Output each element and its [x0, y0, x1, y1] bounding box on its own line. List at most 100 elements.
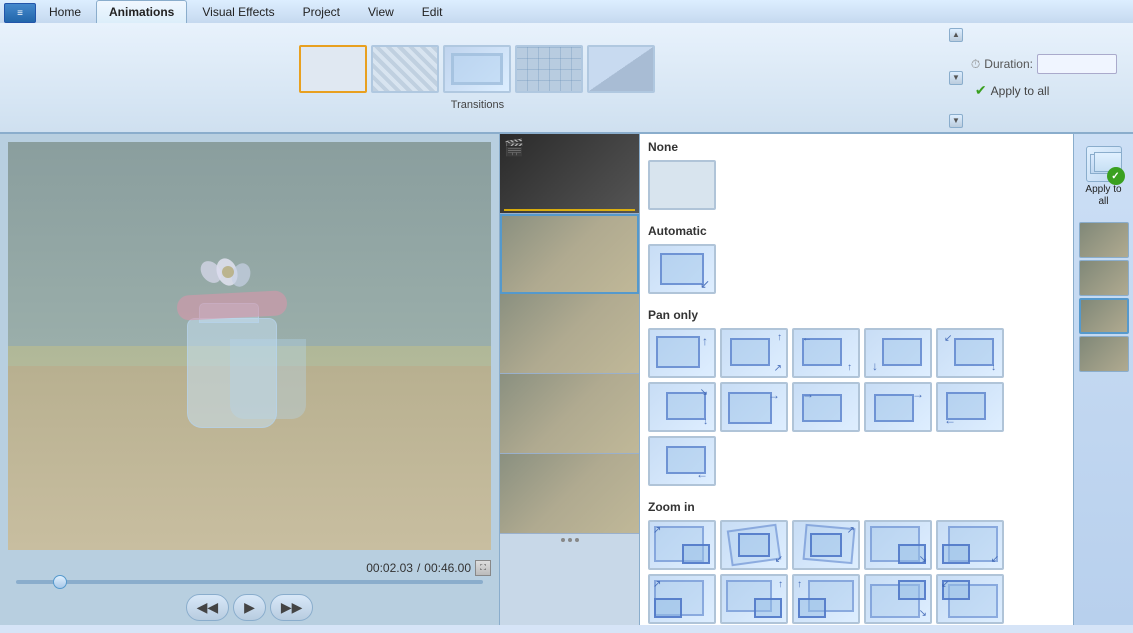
app-icon[interactable]: ≡: [4, 3, 36, 23]
right-thumb-4[interactable]: [1079, 336, 1129, 372]
time-display: 00:02.03 / 00:46.00 ⛶: [0, 558, 499, 578]
zoomin-thumb-3[interactable]: ↗: [792, 520, 860, 570]
fast-forward-button[interactable]: ▶▶: [270, 594, 314, 621]
scroll-up-btn[interactable]: ▲: [949, 28, 963, 42]
tab-project[interactable]: Project: [290, 0, 353, 23]
pan-dec-10: ←: [938, 384, 1002, 430]
zoomin-thumb-9[interactable]: ↘: [864, 574, 932, 624]
right-thumb-1[interactable]: [1079, 222, 1129, 258]
main-area: 00:02.03 / 00:46.00 ⛶ ◀◀ ▶ ▶▶ 🎬: [0, 134, 1133, 625]
panzoom-auto-thumb[interactable]: ↙: [648, 244, 716, 294]
transition-blank[interactable]: [299, 45, 367, 93]
apply-to-all-large-button[interactable]: ✓ Apply to all: [1078, 142, 1129, 212]
panzoom-scroll-container[interactable]: None Automatic ↙: [640, 134, 1073, 625]
tab-view[interactable]: View: [355, 0, 407, 23]
filmstrip-dots: [500, 534, 639, 546]
pan-thumb-3[interactable]: ← ↑: [792, 328, 860, 378]
zoomin-thumb-5[interactable]: ↙: [936, 520, 1004, 570]
duration-label: Duration:: [984, 57, 1033, 71]
apply-icon: ✓: [1086, 146, 1122, 182]
apply-all-icon: ✔: [975, 82, 987, 99]
pan-thumb-5[interactable]: ↓ ↙: [936, 328, 1004, 378]
filmstrip-item-2[interactable]: [500, 214, 639, 294]
panzoom-auto-grid: ↙: [648, 244, 1065, 294]
filmstrip-item-3[interactable]: [500, 294, 639, 374]
panzoom-pan-title: Pan only: [648, 308, 1065, 322]
ribbon: ≡ Home Animations Visual Effects Project…: [0, 0, 1133, 134]
panzoom-zoomin-section: Zoom in ↗ ↙: [640, 494, 1073, 625]
panzoom-none-thumb[interactable]: [648, 160, 716, 210]
video-frame: [8, 142, 491, 550]
pan-thumb-6[interactable]: ↓ ↘: [648, 382, 716, 432]
zoomin-thumb-7[interactable]: ↑: [720, 574, 788, 624]
pan-thumb-8[interactable]: →: [792, 382, 860, 432]
scroll-down-btn[interactable]: ▼: [949, 114, 963, 128]
pan-dec-3: ← ↑: [794, 330, 858, 376]
transition-wipe[interactable]: [587, 45, 655, 93]
playback-controls: ◀◀ ▶ ▶▶: [0, 590, 499, 625]
zoomin-dec-5: ↙: [938, 522, 1002, 568]
zoomin-thumb-2[interactable]: ↙: [720, 520, 788, 570]
transitions-row: [299, 45, 655, 93]
zoomin-dec-1: ↗: [650, 522, 714, 568]
transition-diagonal[interactable]: [371, 45, 439, 93]
pan-thumb-11[interactable]: ←: [648, 436, 716, 486]
panzoom-zoomin-grid: ↗ ↙ ↗: [648, 520, 1065, 624]
tab-visual-effects[interactable]: Visual Effects: [189, 0, 287, 23]
apply-to-all-button[interactable]: ✔ Apply to all: [971, 80, 1117, 101]
panzoom-pan-section: Pan only ↑ ↑ ↗: [640, 302, 1073, 494]
duration-input[interactable]: [1037, 54, 1117, 74]
zoomin-dec-7: ↑: [722, 576, 786, 622]
rewind-button[interactable]: ◀◀: [186, 594, 230, 621]
tab-animations[interactable]: Animations: [96, 0, 187, 23]
transitions-label: Transitions: [451, 99, 504, 111]
pan-thumb-7[interactable]: →: [720, 382, 788, 432]
pan-dec-6: ↓ ↘: [650, 384, 714, 430]
pan-dec-11: ←: [650, 438, 714, 484]
tab-edit[interactable]: Edit: [409, 0, 456, 23]
pan-thumb-4[interactable]: ↓: [864, 328, 932, 378]
ribbon-content: Transitions ▲ ▼ ▼ ⏱ Duration: ✔ Apply to…: [0, 23, 1133, 133]
pan-thumb-1[interactable]: ↑: [648, 328, 716, 378]
zoomin-thumb-6[interactable]: ↗: [648, 574, 716, 624]
panzoom-pan-grid: ↑ ↑ ↗ ← ↑: [648, 328, 1065, 486]
zoomin-dec-9: ↘: [866, 576, 930, 622]
pan-dec-2: ↑ ↗: [722, 330, 786, 376]
pan-thumb-9[interactable]: →: [864, 382, 932, 432]
filmstrip-item-1[interactable]: 🎬: [500, 134, 639, 214]
zoomin-dec-6: ↗: [650, 576, 714, 622]
scroll-mid-btn[interactable]: ▼: [949, 71, 963, 85]
filmstrip-icon-1: 🎬: [504, 138, 524, 158]
zoomin-thumb-4[interactable]: ↘: [864, 520, 932, 570]
apply-label: Apply to all: [1082, 184, 1125, 208]
zoomin-dec-4: ↘: [866, 522, 930, 568]
zoomin-dec-10: ↙: [938, 576, 1002, 622]
zoomin-thumb-10[interactable]: ↙: [936, 574, 1004, 624]
auto-decoration: ↙: [650, 246, 714, 292]
ribbon-tab-bar: ≡ Home Animations Visual Effects Project…: [0, 0, 1133, 23]
zoomin-thumb-8[interactable]: ↑: [792, 574, 860, 624]
dot-3: [575, 538, 579, 542]
time-total: 00:46.00: [424, 561, 471, 575]
play-button[interactable]: ▶: [233, 594, 266, 621]
time-current: 00:02.03: [366, 561, 413, 575]
transition-tiles[interactable]: [515, 45, 583, 93]
pan-dec-5: ↓ ↙: [938, 330, 1002, 376]
progress-thumb[interactable]: [53, 575, 67, 589]
zoomin-dec-8: ↑: [794, 576, 858, 622]
pan-dec-9: →: [866, 384, 930, 430]
timeline-panel: 🎬: [500, 134, 640, 625]
progress-track[interactable]: [16, 580, 483, 584]
pan-thumb-10[interactable]: ←: [936, 382, 1004, 432]
transition-frame[interactable]: [443, 45, 511, 93]
tab-home[interactable]: Home: [36, 0, 94, 23]
filmstrip-item-4[interactable]: [500, 374, 639, 454]
pan-thumb-2[interactable]: ↑ ↗: [720, 328, 788, 378]
right-thumb-2[interactable]: [1079, 260, 1129, 296]
panzoom-none-title: None: [648, 140, 1065, 154]
filmstrip-item-5[interactable]: [500, 454, 639, 534]
panzoom-zoomin-title: Zoom in: [648, 500, 1065, 514]
zoomin-thumb-1[interactable]: ↗: [648, 520, 716, 570]
right-thumb-3[interactable]: [1079, 298, 1129, 334]
fullscreen-button[interactable]: ⛶: [475, 560, 491, 576]
